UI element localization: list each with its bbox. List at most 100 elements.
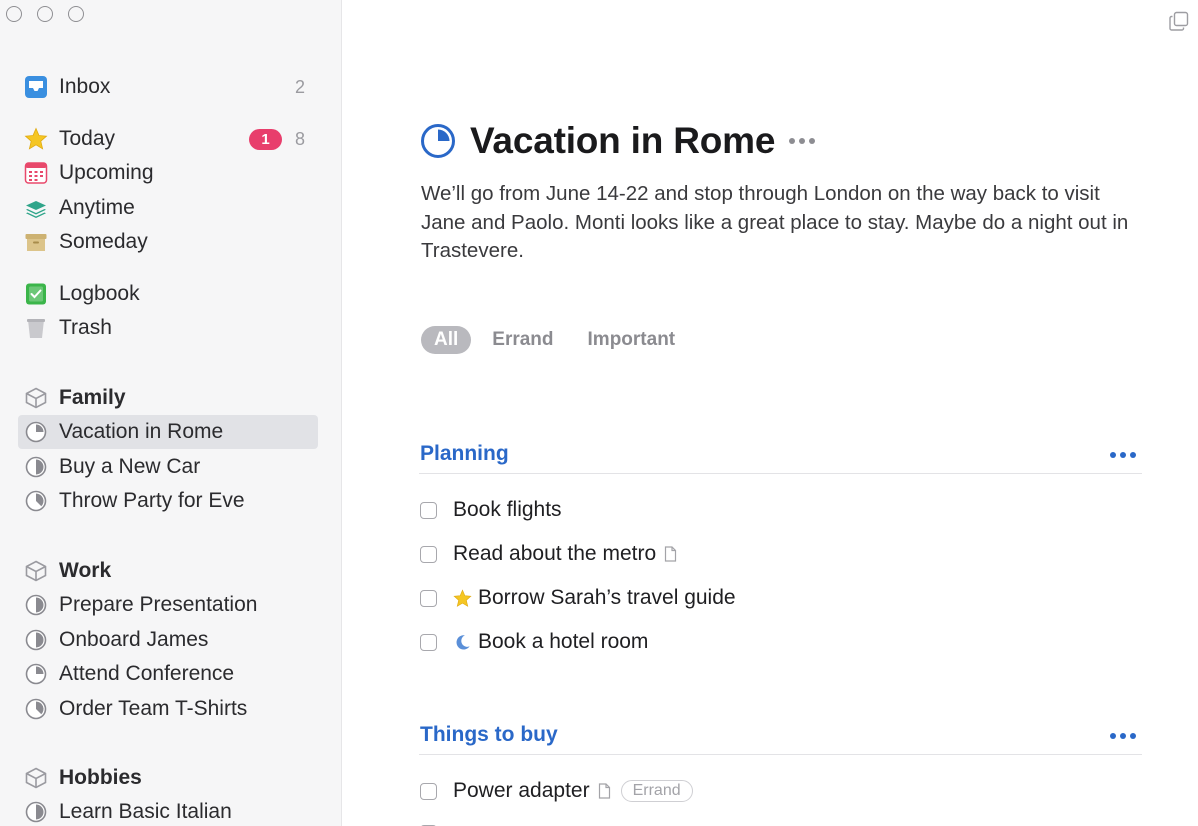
area-cube-icon — [24, 386, 48, 410]
sidebar-item-label: Inbox — [59, 75, 111, 98]
sidebar-item-today[interactable]: Today 1 8 — [18, 122, 318, 156]
sidebar-area-label: Hobbies — [59, 766, 142, 789]
project-progress-icon — [24, 800, 48, 824]
project-progress-icon — [24, 455, 48, 479]
area-cube-icon — [24, 766, 48, 790]
sidebar-item-label: Order Team T-Shirts — [59, 697, 248, 720]
heading-title: Things to buy — [420, 723, 558, 746]
heading-things-to-buy[interactable]: Things to buy — [419, 719, 1142, 755]
sidebar-area-family[interactable]: Family — [18, 381, 318, 415]
project-progress-icon — [420, 123, 456, 159]
sidebar-item-label: Learn Basic Italian — [59, 800, 232, 823]
sidebar-area-hobbies[interactable]: Hobbies — [18, 761, 318, 795]
todo-title: Power adapter — [453, 779, 590, 802]
sidebar-project-attend-conference[interactable]: Attend Conference — [18, 657, 318, 691]
sidebar-item-logbook[interactable]: Logbook — [18, 277, 318, 311]
tag-filter-all[interactable]: All — [421, 326, 472, 354]
project-progress-icon — [24, 697, 48, 721]
todo-title: Book a hotel room — [478, 630, 649, 653]
sidebar-area-label: Work — [59, 559, 112, 582]
sidebar-item-trash[interactable]: Trash — [18, 311, 318, 345]
todo-checkbox[interactable] — [420, 589, 437, 607]
tag-filter-errand[interactable]: Errand — [479, 326, 566, 354]
sidebar-item-label: Today — [59, 127, 116, 150]
sidebar-item-label: Attend Conference — [59, 662, 235, 685]
moon-icon — [453, 633, 472, 652]
sidebar-item-label: Someday — [59, 230, 148, 253]
todo-checkbox[interactable] — [420, 633, 437, 651]
heading-more-button[interactable] — [1110, 733, 1136, 739]
todo-checkbox[interactable] — [420, 545, 437, 563]
project-progress-icon — [24, 489, 48, 513]
project-progress-icon — [24, 662, 48, 686]
todo-checkbox[interactable] — [420, 501, 437, 519]
duplicate-window-icon[interactable] — [1168, 10, 1190, 32]
project-header: Vacation in Rome — [420, 120, 816, 162]
sidebar-item-label: Prepare Presentation — [59, 593, 258, 616]
sidebar-project-buy-a-new-car[interactable]: Buy a New Car — [18, 450, 318, 484]
area-cube-icon — [24, 559, 48, 583]
sidebar-item-someday[interactable]: Someday — [18, 225, 318, 259]
sidebar-project-order-team-t-shirts[interactable]: Order Team T-Shirts — [18, 692, 318, 726]
note-icon — [598, 783, 611, 799]
heading-more-button[interactable] — [1110, 452, 1136, 458]
star-icon — [24, 127, 48, 151]
minimize-window-button[interactable] — [37, 6, 53, 22]
todo-tag[interactable]: Errand — [620, 780, 693, 802]
todo-item[interactable]: Book a hotel room — [420, 627, 648, 657]
heading-planning[interactable]: Planning — [419, 438, 1142, 474]
tag-filter-important[interactable]: Important — [575, 326, 689, 354]
todo-item[interactable]: Borrow Sarah’s travel guide — [420, 583, 736, 613]
sidebar-item-label: Buy a New Car — [59, 455, 201, 478]
sidebar-item-label: Onboard James — [59, 628, 209, 651]
todo-checkbox[interactable] — [420, 782, 437, 800]
todo-item[interactable]: Book flights — [420, 495, 562, 525]
sidebar-item-upcoming[interactable]: Upcoming — [18, 156, 318, 190]
sidebar-item-label: Logbook — [59, 282, 140, 305]
todo-title: Borrow Sarah’s travel guide — [478, 586, 736, 609]
star-icon — [453, 588, 472, 608]
sidebar-item-label: Anytime — [59, 196, 135, 219]
sidebar-project-prepare-presentation[interactable]: Prepare Presentation — [18, 588, 318, 622]
sidebar-item-anytime[interactable]: Anytime — [18, 191, 318, 225]
sidebar-project-throw-party-for-eve[interactable]: Throw Party for Eve — [18, 484, 318, 518]
logbook-icon — [24, 282, 48, 306]
project-notes[interactable]: We’ll go from June 14-22 and stop throug… — [421, 180, 1141, 266]
sidebar-project-onboard-james[interactable]: Onboard James — [18, 623, 318, 657]
todo-item[interactable] — [420, 818, 453, 826]
sidebar-item-label: Throw Party for Eve — [59, 489, 245, 512]
sidebar-item-inbox[interactable]: Inbox 2 — [18, 70, 318, 104]
tag-filter-bar: All Errand Important — [421, 326, 696, 354]
project-progress-icon — [24, 420, 48, 444]
project-more-button[interactable] — [789, 138, 816, 144]
today-count: 8 — [294, 128, 305, 149]
sidebar-project-vacation-in-rome[interactable]: Vacation in Rome — [18, 415, 318, 449]
sidebar-item-label: Trash — [59, 316, 112, 339]
inbox-count: 2 — [294, 76, 305, 97]
sidebar-item-label: Vacation in Rome — [59, 420, 224, 443]
todo-item[interactable]: Read about the metro — [420, 539, 677, 569]
todo-item[interactable]: Power adapter Errand — [420, 776, 693, 806]
sidebar-area-work[interactable]: Work — [18, 554, 318, 588]
things-app-window: Inbox 2 Today 1 8 Upcoming Anytime Somed… — [0, 0, 1198, 826]
sidebar: Inbox 2 Today 1 8 Upcoming Anytime Somed… — [0, 0, 342, 826]
project-progress-icon — [24, 628, 48, 652]
sidebar-project-learn-basic-italian[interactable]: Learn Basic Italian — [18, 795, 318, 826]
todo-title: Read about the metro — [453, 542, 657, 565]
trash-icon — [24, 316, 48, 340]
calendar-icon — [24, 161, 48, 185]
today-due-badge: 1 — [249, 128, 282, 150]
sidebar-area-label: Family — [59, 386, 126, 409]
project-title[interactable]: Vacation in Rome — [470, 120, 775, 162]
inbox-icon — [24, 75, 48, 99]
note-icon — [664, 546, 677, 562]
sidebar-item-label: Upcoming — [59, 161, 154, 184]
todo-title: Book flights — [453, 498, 562, 521]
heading-title: Planning — [420, 442, 509, 465]
project-progress-icon — [24, 593, 48, 617]
archive-box-icon — [24, 230, 48, 254]
close-window-button[interactable] — [6, 6, 22, 22]
project-view: Vacation in Rome We’ll go from June 14-2… — [343, 0, 1198, 826]
layers-icon — [24, 196, 48, 220]
zoom-window-button[interactable] — [68, 6, 84, 22]
